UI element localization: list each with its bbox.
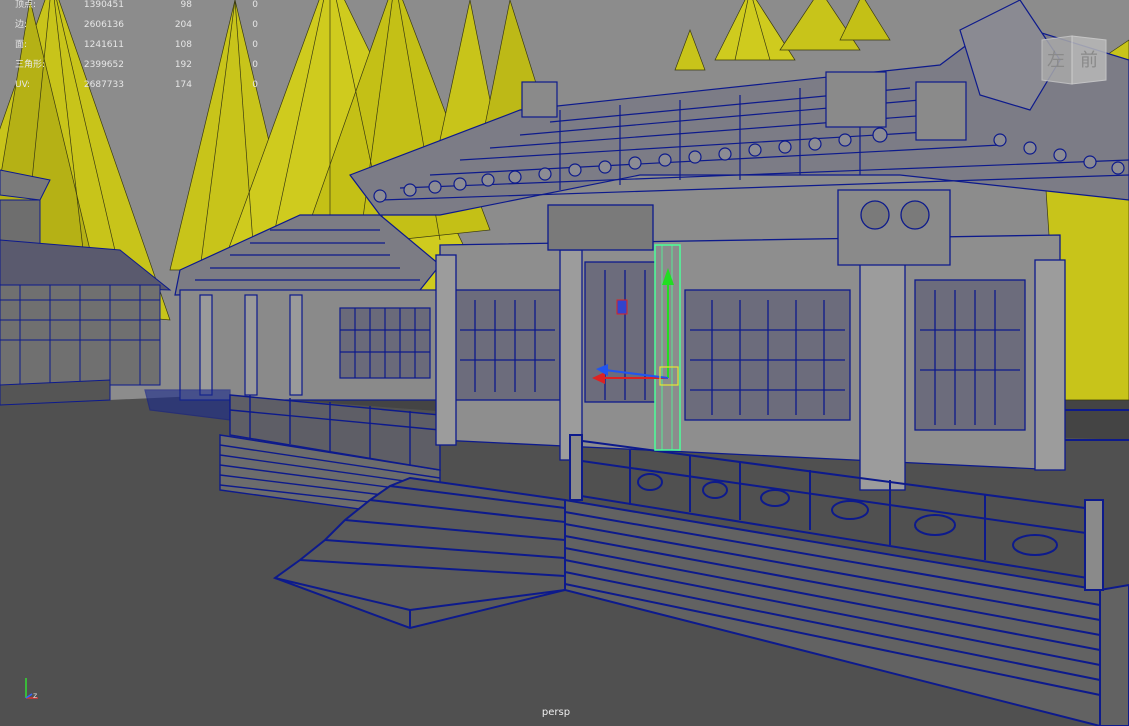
z-axis-label: z [33,691,37,700]
hud-selected: 204 [174,20,192,30]
hud-label: 面: [15,40,28,50]
hud-total: 2687733 [83,80,124,90]
view-cube[interactable]: 左 前 [1038,34,1110,88]
hud-label: 顶点: [15,0,37,10]
hud-selected: 174 [174,80,192,90]
hud-selected: 108 [174,40,192,50]
hud-label: UV: [15,80,31,90]
hud-selected: 98 [180,0,192,10]
scene-canvas[interactable] [0,0,1129,726]
hud-total: 1390451 [83,0,124,10]
hud-extra: 0 [252,60,258,70]
view-cube-front-label: 前 [1080,50,1098,71]
hud-label: 三角形: [15,60,46,70]
hud-selected: 192 [174,60,192,70]
axis-indicator: z [25,678,38,700]
perspective-viewport[interactable]: 顶点: 1390451 98 0 边: 2606136 204 0 面: 124… [0,0,1129,726]
hud-extra: 0 [252,20,258,30]
hud-label: 边: [15,20,28,30]
hud-extra: 0 [252,0,258,10]
hud-total: 2606136 [83,20,124,30]
hud-total: 1241611 [83,40,124,50]
hud-extra: 0 [252,80,258,90]
poly-count-hud: 顶点: 1390451 98 0 边: 2606136 204 0 面: 124… [0,0,270,100]
camera-name-label: persp [541,707,571,718]
view-cube-left-label: 左 [1047,50,1065,71]
hud-total: 2399652 [83,60,124,70]
hud-row-uvs: UV: 2687733 174 0 [0,80,270,100]
hud-extra: 0 [252,40,258,50]
